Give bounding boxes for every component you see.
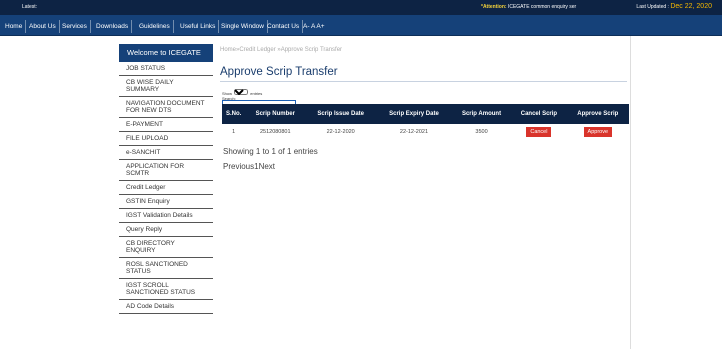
attention-label: *Attention: [481,4,507,10]
header-amount[interactable]: Scrip Amount [451,104,512,124]
page-title: Approve Scrip Transfer [220,66,338,78]
approve-button[interactable]: Approve [583,127,613,137]
attention-notice: *Attention: ICEGATE common enquiry ser [481,4,576,10]
main-content: Home»Credit Ledger »Approve Scrip Transf… [220,44,630,171]
last-updated-label: Last Updated : [636,4,669,10]
sidebar-item-query-reply[interactable]: Query Reply [119,223,213,237]
nav-useful-links[interactable]: Useful Links [177,20,220,33]
sidebar-item-e-sanchit[interactable]: e-SANCHIT [119,146,213,160]
sidebar-item-credit-ledger[interactable]: Credit Ledger [119,181,213,195]
sidebar-item-file-upload[interactable]: FILE UPLOAD [119,132,213,146]
nav-downloads[interactable]: Downloads [93,20,133,33]
last-updated: Last Updated : Dec 22, 2020 [636,3,712,10]
sidebar-item-igst-validation[interactable]: IGST Validation Details [119,209,213,223]
scrip-table: S.No. Scrip Number Scrip Issue Date Scri… [222,104,629,140]
sidebar-menu: Welcome to ICEGATE JOB STATUS CB WISE DA… [119,44,213,314]
top-bar: Latest: *Attention: ICEGATE common enqui… [0,0,722,15]
cancel-button[interactable]: Cancel [526,127,552,137]
sidebar-item-navigation-document[interactable]: NAVIGATION DOCUMENT FOR NEW DTS [119,97,213,118]
header-scrip-number[interactable]: Scrip Number [245,104,306,124]
sidebar-item-ad-code-details[interactable]: AD Code Details [119,300,213,314]
sidebar-item-cb-wise-daily-summary[interactable]: CB WISE DAILY SUMMARY [119,76,213,97]
sidebar-item-cb-directory-enquiry[interactable]: CB DIRECTORY ENQUIRY [119,237,213,258]
sidebar-item-rosl-sanctioned-status[interactable]: ROSL SANCTIONED STATUS [119,258,213,279]
last-updated-date: Dec 22, 2020 [670,3,712,10]
sidebar-item-gstin-enquiry[interactable]: GSTIN Enquiry [119,195,213,209]
table-header-row: S.No. Scrip Number Scrip Issue Date Scri… [222,104,629,124]
cell-expiry-date: 22-12-2021 [399,129,429,135]
latest-label: Latest: [22,4,38,10]
header-cancel-scrip[interactable]: Cancel Scrip [511,104,567,124]
cell-approve: Approve [567,124,629,140]
font-size-controls[interactable]: A- A A+ [300,20,328,33]
nav-about-us[interactable]: About Us [26,20,60,33]
breadcrumb[interactable]: Home»Credit Ledger »Approve Scrip Transf… [220,47,630,53]
header-issue-date[interactable]: Scrip Issue Date [305,104,377,124]
nav-home[interactable]: Home [2,20,27,33]
cell-amount: 3500 [475,129,488,135]
entries-select[interactable]: 10 [234,89,249,95]
content-divider [630,36,631,349]
cell-cancel: Cancel [511,124,566,140]
header-sno[interactable]: S.No. [222,104,246,124]
nav-single-window[interactable]: Single Window [218,20,268,33]
pagination[interactable]: Previous1Next [223,162,275,171]
sidebar-item-job-status[interactable]: JOB STATUS [119,62,213,76]
cell-issue-date: 22-12-2020 [326,129,355,135]
sidebar-item-e-payment[interactable]: E-PAYMENT [119,118,213,132]
nav-services[interactable]: Services [59,20,91,33]
nav-guidelines[interactable]: Guidelines [136,20,174,33]
header-approve-scrip[interactable]: Approve Scrip [566,104,629,124]
cell-scrip-number: 2512080801 [259,129,291,135]
sidebar-header: Welcome to ICEGATE [119,44,213,62]
sidebar-item-application-for-scmtr[interactable]: APPLICATION FOR SCMTR [119,160,213,181]
sidebar-item-igst-scroll-sanctioned[interactable]: IGST SCROLL SANCTIONED STATUS [119,279,213,300]
header-expiry-date[interactable]: Scrip Expiry Date [376,104,452,124]
cell-sno: 1 [232,129,236,135]
page-length-control: Show 10 entries [222,89,262,96]
attention-text: ICEGATE common enquiry ser [507,4,577,10]
table-info: Showing 1 to 1 of 1 entries [223,147,318,156]
title-divider [220,81,627,82]
table-row: 1 2512080801 22-12-2020 22-12-2021 3500 … [222,124,629,140]
main-navigation: Home About Us Services Downloads Guideli… [0,15,722,36]
entries-label: entries [250,91,263,96]
nav-contact-us[interactable]: Contact Us [264,20,304,33]
